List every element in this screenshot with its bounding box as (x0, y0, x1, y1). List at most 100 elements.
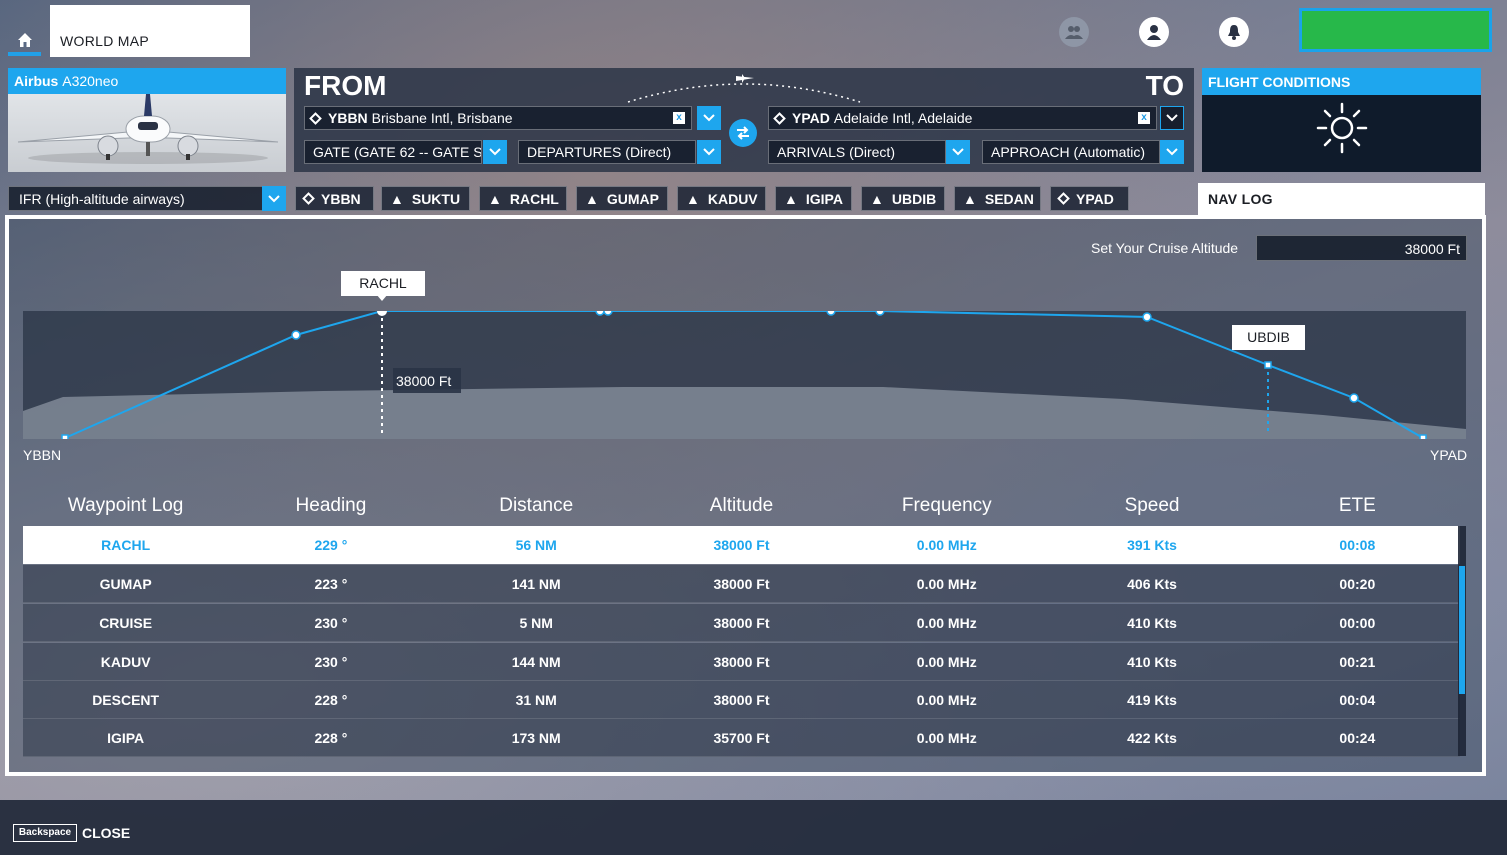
departure-name: Brisbane Intl, Brisbane (371, 110, 513, 126)
gate-dropdown[interactable] (483, 140, 507, 164)
triangle-icon: ▲ (488, 190, 502, 207)
plane-icon (736, 74, 754, 83)
user-icon (1147, 25, 1161, 40)
table-scrollbar-thumb[interactable] (1459, 566, 1465, 694)
cell-distance: 31 NM (515, 691, 557, 708)
cell-heading: 228 ° (314, 729, 348, 746)
altitude-tag: 38000 Ft (393, 368, 461, 393)
close-button[interactable]: CLOSE (82, 825, 130, 841)
arrival-name: Adelaide Intl, Adelaide (833, 110, 973, 126)
home-button[interactable] (8, 28, 41, 56)
cell-speed: 419 Kts (1127, 691, 1177, 708)
arrival-airport-select[interactable]: YPAD Adelaide Intl, Adelaide x (768, 106, 1157, 130)
airport-diamond-icon (302, 192, 315, 205)
cell-altitude: 38000 Ft (713, 537, 770, 553)
cell-distance: 144 NM (511, 653, 561, 670)
departure-dropdown[interactable] (697, 106, 721, 130)
table-row[interactable]: KADUV 230 ° 144 NM 38000 Ft 0.00 MHz 410… (23, 643, 1460, 681)
cell-speed: 406 Kts (1127, 575, 1177, 592)
nav-log-header: Waypoint Log Heading Distance Altitude F… (23, 495, 1460, 523)
swap-icon (737, 126, 749, 140)
arrival-dropdown[interactable] (1160, 106, 1184, 130)
route-type-dropdown[interactable] (262, 186, 286, 211)
cell-heading: 229 ° (314, 537, 348, 553)
table-row[interactable]: RACHL 229 ° 56 NM 38000 Ft 0.00 MHz 391 … (23, 526, 1460, 564)
chevron-down-icon (703, 114, 715, 122)
cell-ete: 00:04 (1339, 691, 1376, 708)
notifications-button[interactable] (1219, 17, 1249, 47)
column-header: Altitude (709, 495, 774, 516)
waypoint-square (61, 434, 69, 439)
waypoint-chip[interactable]: ▲ SUKTU (381, 186, 470, 211)
route-type-select[interactable]: IFR (High-altitude airways) (8, 186, 286, 211)
waypoint-label: YBBN (321, 190, 361, 207)
waypoint-square (1419, 434, 1427, 439)
waypoint-chip[interactable]: YPAD (1050, 186, 1129, 211)
cell-ete: 00:20 (1339, 575, 1376, 592)
clear-arrival-button[interactable]: x (1138, 112, 1150, 124)
cell-heading: 230 ° (314, 653, 348, 670)
waypoint-label: SEDAN (984, 190, 1034, 207)
waypoint-chip[interactable]: ▲ KADUV (677, 186, 766, 211)
cell-speed: 391 Kts (1127, 537, 1177, 553)
cell-speed: 410 Kts (1127, 614, 1177, 631)
table-row[interactable]: GUMAP 223 ° 141 NM 38000 Ft 0.00 MHz 406… (23, 565, 1460, 603)
world-map-tab[interactable]: WORLD MAP (50, 5, 250, 57)
cell-speed: 410 Kts (1127, 653, 1177, 670)
waypoint-square (1264, 361, 1272, 369)
arrival-code: YPAD (792, 110, 830, 126)
tag-pointer (376, 294, 388, 301)
swap-airports-button[interactable] (729, 119, 757, 147)
profile-button[interactable] (1139, 17, 1169, 47)
backspace-key-badge: Backspace (13, 824, 77, 842)
clear-departure-button[interactable]: x (673, 112, 685, 124)
cell-waypoint: GUMAP (99, 575, 152, 592)
fly-button[interactable] (1299, 8, 1492, 52)
cell-altitude: 38000 Ft (713, 691, 770, 708)
gate-select[interactable]: GATE (GATE 62 -- GATE S (304, 140, 482, 164)
cell-speed: 422 Kts (1127, 729, 1177, 746)
waypoint-label: SUKTU (411, 190, 461, 207)
arrivals-dropdown[interactable] (946, 140, 970, 164)
terrain-shape (23, 387, 1466, 439)
sun-icon (1316, 102, 1368, 154)
approach-select[interactable]: APPROACH (Automatic) (982, 140, 1160, 164)
triangle-icon: ▲ (390, 190, 404, 207)
nav-log-tab[interactable]: NAV LOG (1198, 183, 1485, 215)
airport-diamond-icon (773, 111, 786, 125)
table-row[interactable]: CRUISE 230 ° 5 NM 38000 Ft 0.00 MHz 410 … (23, 604, 1460, 642)
waypoint-dot (1349, 393, 1359, 403)
flight-conditions-card[interactable]: FLIGHT CONDITIONS (1202, 68, 1481, 172)
triangle-icon: ▲ (686, 190, 700, 207)
cruise-altitude-input[interactable]: 38000 Ft (1256, 235, 1467, 261)
approach-dropdown[interactable] (1160, 140, 1184, 164)
waypoint-chip[interactable]: ▲ RACHL (479, 186, 567, 211)
column-header: Distance (499, 495, 574, 516)
waypoint-chip[interactable]: ▲ IGIPA (775, 186, 852, 211)
cruise-altitude-label: Set Your Cruise Altitude (1091, 240, 1239, 256)
waypoint-chip[interactable]: ▲ SEDAN (954, 186, 1041, 211)
top-of-climb-tag: RACHL (341, 271, 425, 296)
waypoint-chip[interactable]: YBBN (295, 186, 374, 211)
departure-code: YBBN (328, 110, 368, 126)
departures-select[interactable]: DEPARTURES (Direct) (518, 140, 696, 164)
multiplayer-button[interactable] (1059, 17, 1089, 47)
cell-distance: 5 NM (519, 614, 553, 631)
cell-heading: 223 ° (314, 575, 348, 592)
departures-dropdown[interactable] (697, 140, 721, 164)
departure-airport-select[interactable]: YBBN Brisbane Intl, Brisbane x (304, 106, 692, 130)
table-row[interactable]: DESCENT 228 ° 31 NM 38000 Ft 0.00 MHz 41… (23, 681, 1460, 719)
footer-bar (0, 800, 1507, 855)
aircraft-card[interactable]: Airbus A320neo (8, 68, 286, 172)
waypoint-label: RACHL (509, 190, 559, 207)
column-header: Frequency (901, 495, 992, 516)
waypoint-chip[interactable]: ▲ UBDIB (861, 186, 945, 211)
table-row[interactable]: IGIPA 228 ° 173 NM 35700 Ft 0.00 MHz 422… (23, 719, 1460, 757)
waypoint-label: YPAD (1076, 190, 1114, 207)
triangle-icon: ▲ (585, 190, 599, 207)
waypoint-chip[interactable]: ▲ GUMAP (576, 186, 668, 211)
airport-diamond-icon (1057, 192, 1070, 205)
cell-waypoint: DESCENT (92, 691, 160, 708)
arrivals-select[interactable]: ARRIVALS (Direct) (768, 140, 946, 164)
waypoint-label: GUMAP (606, 190, 659, 207)
